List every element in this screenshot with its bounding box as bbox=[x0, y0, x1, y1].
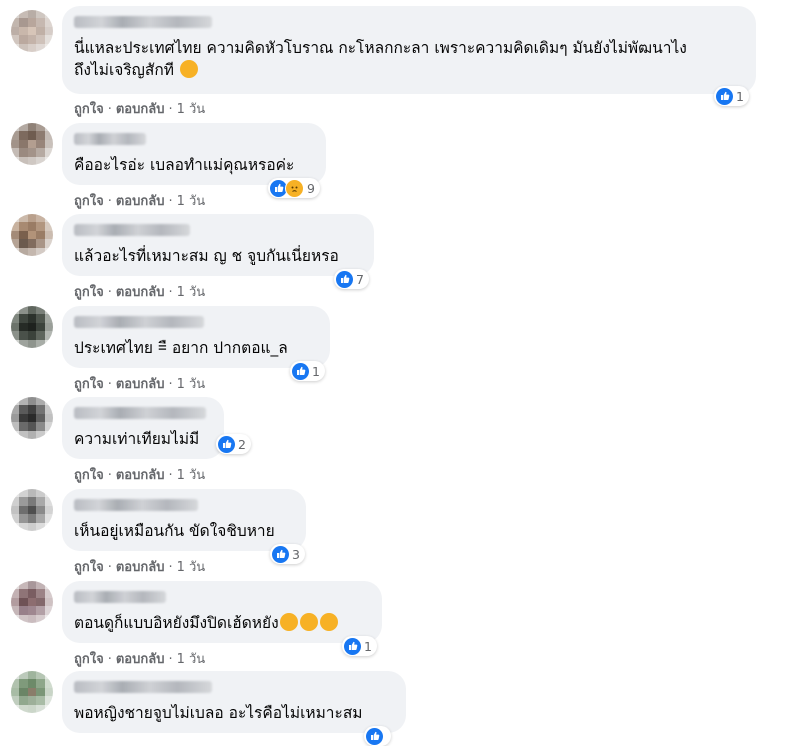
reaction-summary[interactable]: 9 bbox=[268, 178, 320, 198]
like-reaction-icon bbox=[366, 727, 383, 745]
comment-actions: ถูกใจ · ตอบกลับ · 1 วัน bbox=[74, 560, 206, 575]
comment-text: นี่แหละประเทศไทย ความคิดหัวโบราณ กะโหลกก… bbox=[74, 39, 687, 79]
timestamp[interactable]: 1 วัน bbox=[177, 102, 206, 117]
reply-link[interactable]: ตอบกลับ bbox=[116, 285, 165, 300]
author-name-blurred[interactable] bbox=[74, 16, 212, 28]
comment-bubble: ความเท่าเทียมไม่มี bbox=[62, 397, 224, 459]
comment-text: พอหญิงชายจูบไม่เบลอ อะไรคือไม่เหมาะสม bbox=[74, 704, 363, 722]
like-reaction-icon bbox=[292, 362, 309, 380]
reaction-count: 7 bbox=[356, 271, 364, 287]
smirk-face-icon bbox=[179, 60, 198, 78]
avatar[interactable] bbox=[11, 306, 53, 348]
avatar[interactable] bbox=[11, 214, 53, 256]
author-name-blurred[interactable] bbox=[74, 224, 190, 236]
avatar[interactable] bbox=[11, 123, 53, 165]
like-link[interactable]: ถูกใจ bbox=[74, 377, 104, 392]
reaction-count: 3 bbox=[292, 546, 300, 562]
comment-text: คืออะไรอ่ะ เบลอทำแม่คุณหรอค่ะ bbox=[74, 156, 295, 174]
comment-bubble: ประเทศไทย =ื อยาก ปากตอแ_ล bbox=[62, 306, 330, 368]
reaction-summary[interactable]: 7 bbox=[334, 269, 369, 289]
comment-actions: ถูกใจ · ตอบกลับ · 1 วัน bbox=[74, 102, 206, 117]
like-link[interactable]: ถูกใจ bbox=[74, 102, 104, 117]
reply-link[interactable]: ตอบกลับ bbox=[116, 377, 165, 392]
comment-actions: ถูกใจ · ตอบกลับ · 1 วัน bbox=[74, 652, 206, 667]
reaction-summary[interactable]: 1 bbox=[342, 636, 377, 656]
avatar[interactable] bbox=[11, 397, 53, 439]
reaction-summary[interactable]: 2 bbox=[216, 434, 251, 454]
avatar[interactable] bbox=[11, 671, 53, 713]
comment-text: แล้วอะไรที่เหมาะสม ญ ช จูบกันเนี่ยหรอ bbox=[74, 247, 339, 265]
reaction-summary[interactable]: 1 bbox=[714, 86, 749, 106]
comment-bubble: แล้วอะไรที่เหมาะสม ญ ช จูบกันเนี่ยหรอ bbox=[62, 214, 374, 276]
comment-bubble: ตอนดูก็แบบอิหยังมึงปิดเฮ้ดหยัง bbox=[62, 581, 382, 643]
timestamp[interactable]: 1 วัน bbox=[177, 285, 206, 300]
timestamp[interactable]: 1 วัน bbox=[177, 468, 206, 483]
author-name-blurred[interactable] bbox=[74, 133, 146, 145]
timestamp[interactable]: 1 วัน bbox=[177, 194, 206, 209]
pouting-face-icon bbox=[299, 613, 318, 631]
author-name-blurred[interactable] bbox=[74, 499, 198, 511]
comment-actions: ถูกใจ · ตอบกลับ · 1 วัน bbox=[74, 468, 206, 483]
like-link[interactable]: ถูกใจ bbox=[74, 194, 104, 209]
like-link[interactable]: ถูกใจ bbox=[74, 468, 104, 483]
timestamp[interactable]: 1 วัน bbox=[177, 652, 206, 667]
reaction-count: 1 bbox=[312, 363, 320, 379]
reaction-count: 1 bbox=[364, 638, 372, 654]
sad-reaction-icon bbox=[285, 178, 304, 198]
like-reaction-icon bbox=[272, 545, 289, 563]
like-reaction-icon bbox=[716, 87, 733, 105]
comment-actions: ถูกใจ · ตอบกลับ · 1 วัน bbox=[74, 194, 206, 209]
comment-text: ตอนดูก็แบบอิหยังมึงปิดเฮ้ดหยัง bbox=[74, 612, 370, 634]
reaction-count: 2 bbox=[238, 436, 246, 452]
pouting-face-icon bbox=[279, 613, 298, 631]
reply-link[interactable]: ตอบกลับ bbox=[116, 194, 165, 209]
avatar[interactable] bbox=[11, 581, 53, 623]
comment-actions: ถูกใจ · ตอบกลับ · 1 วัน bbox=[74, 285, 206, 300]
like-reaction-icon bbox=[344, 637, 361, 655]
like-link[interactable]: ถูกใจ bbox=[74, 285, 104, 300]
author-name-blurred[interactable] bbox=[74, 316, 204, 328]
avatar[interactable] bbox=[11, 10, 53, 52]
comment-text: เห็นอยู่เหมือนกัน ขัดใจชิบหาย bbox=[74, 522, 275, 540]
comment-text: ประเทศไทย =ื อยาก ปากตอแ_ล bbox=[74, 339, 288, 357]
reaction-count: 1 bbox=[736, 88, 744, 104]
like-reaction-icon bbox=[336, 270, 353, 288]
reply-link[interactable]: ตอบกลับ bbox=[116, 652, 165, 667]
like-link[interactable]: ถูกใจ bbox=[74, 560, 104, 575]
author-name-blurred[interactable] bbox=[74, 407, 206, 419]
comment-bubble: เห็นอยู่เหมือนกัน ขัดใจชิบหาย bbox=[62, 489, 306, 551]
author-name-blurred[interactable] bbox=[74, 591, 166, 603]
comment-bubble: พอหญิงชายจูบไม่เบลอ อะไรคือไม่เหมาะสม bbox=[62, 671, 406, 733]
reaction-summary[interactable] bbox=[364, 726, 391, 746]
comment-bubble: นี่แหละประเทศไทย ความคิดหัวโบราณ กะโหลกก… bbox=[62, 6, 756, 94]
reply-link[interactable]: ตอบกลับ bbox=[116, 468, 165, 483]
author-name-blurred[interactable] bbox=[74, 681, 212, 693]
timestamp[interactable]: 1 วัน bbox=[177, 560, 206, 575]
pouting-face-icon bbox=[319, 613, 338, 631]
reaction-summary[interactable]: 3 bbox=[270, 544, 305, 564]
reply-link[interactable]: ตอบกลับ bbox=[116, 560, 165, 575]
comment-bubble: คืออะไรอ่ะ เบลอทำแม่คุณหรอค่ะ bbox=[62, 123, 326, 185]
comment-actions: ถูกใจ · ตอบกลับ · 1 วัน bbox=[74, 377, 206, 392]
reply-link[interactable]: ตอบกลับ bbox=[116, 102, 165, 117]
like-reaction-icon bbox=[218, 435, 235, 453]
like-link[interactable]: ถูกใจ bbox=[74, 652, 104, 667]
avatar[interactable] bbox=[11, 489, 53, 531]
comment-text: ความเท่าเทียมไม่มี bbox=[74, 430, 200, 448]
reaction-count: 9 bbox=[307, 180, 315, 196]
reaction-summary[interactable]: 1 bbox=[290, 361, 325, 381]
timestamp[interactable]: 1 วัน bbox=[177, 377, 206, 392]
